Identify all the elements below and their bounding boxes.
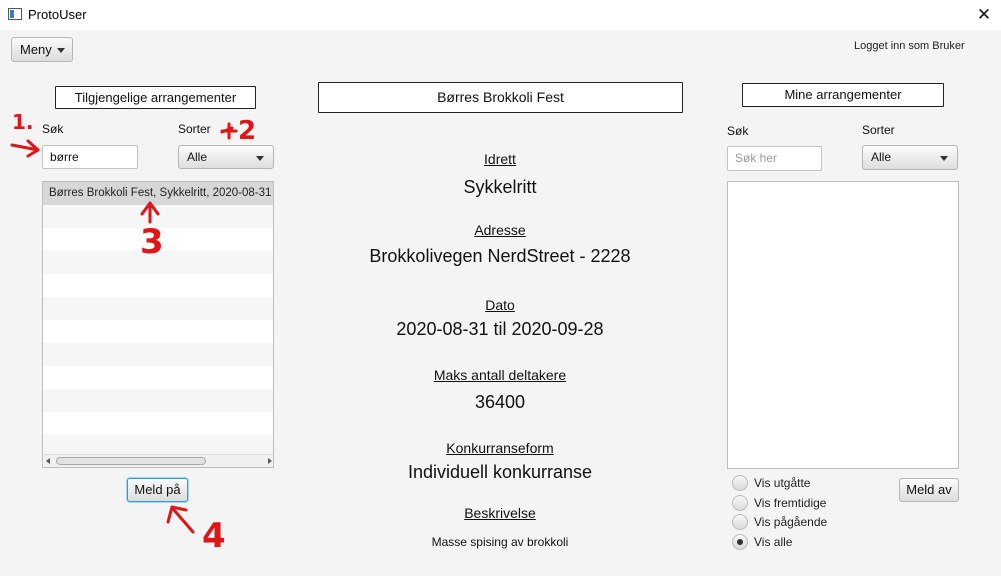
annotation-arrow-4	[172, 508, 195, 534]
annotation-step-3: 3	[140, 222, 164, 262]
annotation-step-4: 4	[202, 516, 226, 556]
annotation-step-2: 2	[238, 116, 257, 146]
annotation-step-1: 1.	[12, 110, 34, 134]
annotation-plus-2	[220, 122, 238, 140]
annotation-overlay	[10, 122, 238, 534]
